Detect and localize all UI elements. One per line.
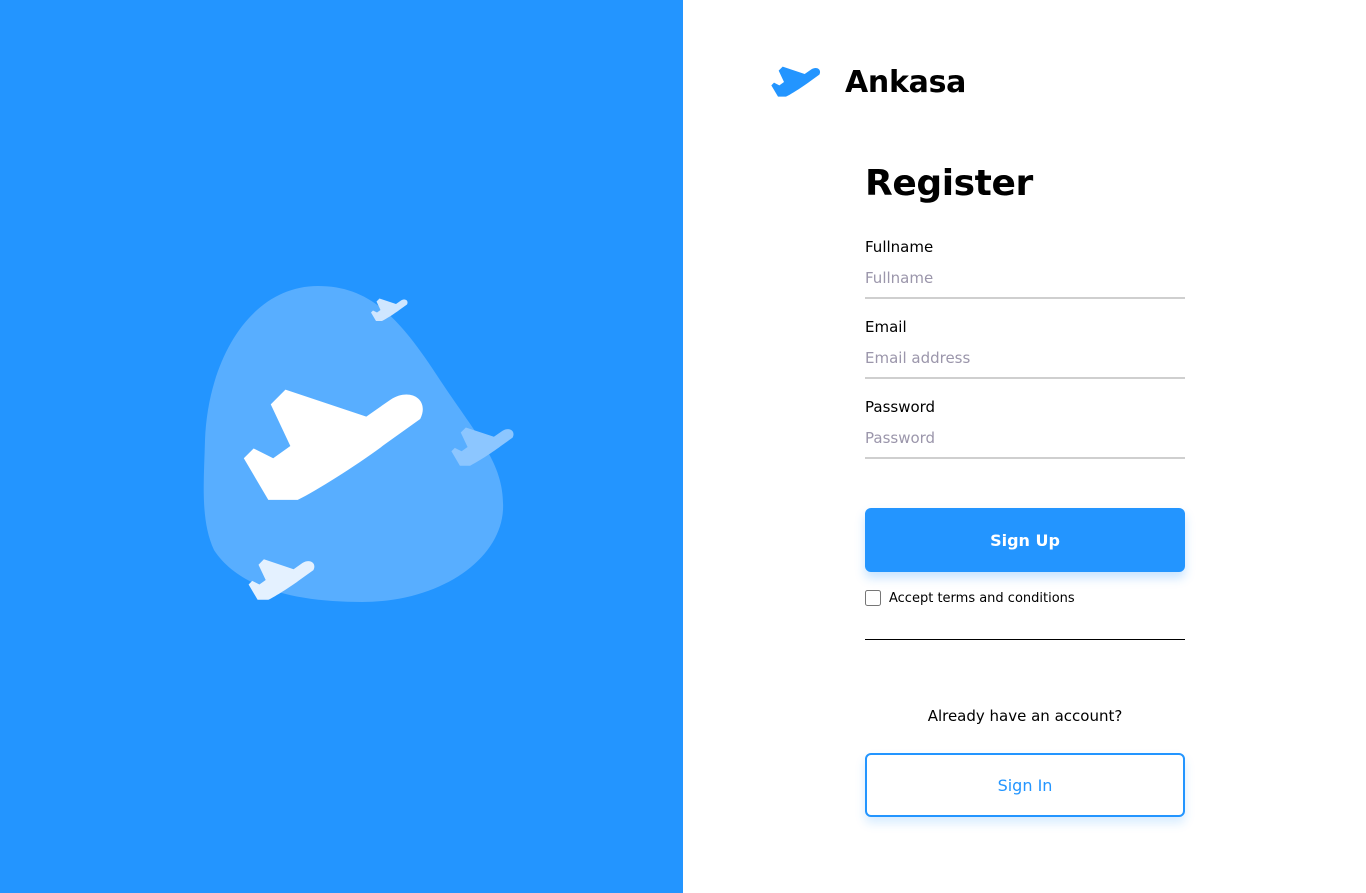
brand-name: Ankasa xyxy=(845,64,967,100)
password-label: Password xyxy=(865,398,936,416)
email-field: Email xyxy=(865,317,1185,379)
email-input[interactable] xyxy=(865,347,1185,379)
plane-icon xyxy=(771,66,821,97)
password-input[interactable] xyxy=(865,427,1185,459)
register-page: Ankasa Register Fullname Email Password … xyxy=(0,0,1366,893)
terms-checkbox[interactable] xyxy=(865,590,881,606)
terms-label[interactable]: Accept terms and conditions xyxy=(889,591,1075,606)
page-title: Register xyxy=(865,163,1033,204)
fullname-input[interactable] xyxy=(865,267,1185,299)
fullname-label: Fullname xyxy=(865,238,934,256)
password-field: Password xyxy=(865,397,1185,459)
hero-illustration xyxy=(203,286,514,602)
hero-panel xyxy=(0,0,683,893)
email-label: Email xyxy=(865,318,907,336)
divider xyxy=(865,639,1185,640)
form-panel: Ankasa Register Fullname Email Password … xyxy=(683,0,1366,893)
terms-row: Accept terms and conditions xyxy=(865,588,1075,608)
brand-logo[interactable]: Ankasa xyxy=(770,62,966,102)
sign-up-button[interactable]: Sign Up xyxy=(865,508,1185,572)
register-form: Register Fullname Email Password Sign Up… xyxy=(865,160,1185,817)
account-prompt: Already have an account? xyxy=(927,707,1123,725)
sign-in-button[interactable]: Sign In xyxy=(865,753,1185,817)
fullname-field: Fullname xyxy=(865,237,1185,299)
